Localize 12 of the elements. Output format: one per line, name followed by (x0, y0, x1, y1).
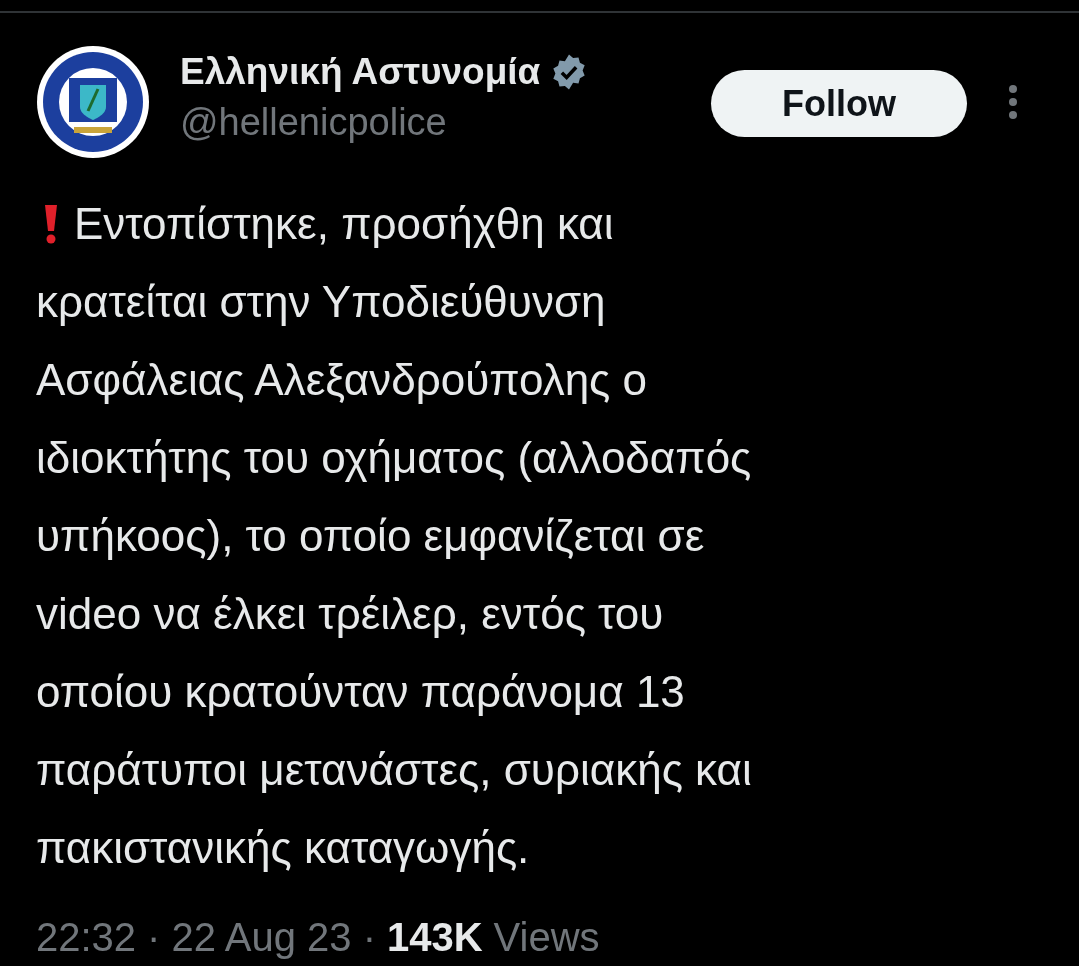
tweet-text: Εντοπίστηκε, προσήχθη και κρατείται στην Υποδιεύθυνση Ασφάλειας Αλεξανδρούπολης ο ιδιοκτήτης του οχήματος (αλλοδαπός υπήκοος), το οποίο εμφανίζεται σε video να έλκει τρέιλερ, εντός του οποίου κρατούνταν παράνομα 13 παράτυποι μετανάστες, συριακής και πακιστανικής καταγωγής. (36, 198, 753, 874)
author-handle[interactable]: @hellenicpolice (180, 101, 711, 144)
views-label: Views (493, 915, 600, 960)
follow-button[interactable]: Follow (711, 70, 967, 137)
separator-dot: · (362, 915, 376, 960)
avatar-logo-icon (36, 45, 150, 159)
views-count: 143K (386, 915, 483, 960)
tweet-time[interactable]: 22:32 (36, 915, 137, 960)
author-name[interactable]: Ελληνική Αστυνομία (180, 51, 541, 93)
separator-dot: · (147, 915, 161, 960)
tweet-date[interactable]: 22 Aug 23 (171, 915, 352, 960)
more-options-icon[interactable] (1007, 84, 1019, 120)
